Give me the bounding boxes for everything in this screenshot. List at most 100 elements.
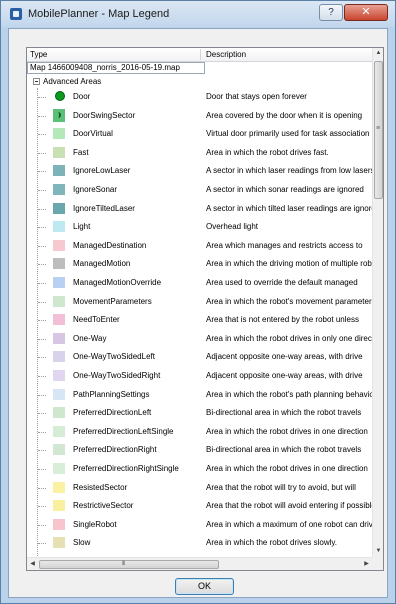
color-swatch-icon (53, 258, 65, 270)
legend-row[interactable]: PreferredDirectionLeft Bi-directional are… (27, 404, 372, 422)
legend-item-description: Door that stays open forever (206, 92, 307, 101)
color-swatch-icon (53, 481, 65, 493)
app-icon (10, 8, 22, 20)
legend-row[interactable]: DoorSwingSector Area covered by the door … (27, 107, 372, 125)
legend-item-description: Area in which the robot's movement param… (206, 296, 372, 306)
legend-row[interactable]: One-WayTwoSidedRight Adjacent opposite on… (27, 367, 372, 385)
map-legend-window: MobilePlanner - Map Legend ? ✕ Type Desc… (0, 0, 396, 604)
legend-item-description: Area in which a maximum of one robot can… (206, 519, 372, 529)
color-swatch-icon (53, 221, 65, 233)
legend-item-name: ResistedSector (73, 482, 128, 492)
tree-guide-branch (38, 506, 46, 508)
legend-item-description: Overhead light (206, 222, 259, 232)
horizontal-scrollbar[interactable]: ◀ ▶ (27, 557, 372, 570)
legend-item-name: ManagedDestination (73, 240, 147, 250)
legend-item-description: A sector in which tilted laser readings … (206, 203, 372, 213)
legend-row[interactable]: DoorVirtual Virtual door primarily used f… (27, 125, 372, 143)
scroll-down-icon[interactable]: ▼ (373, 546, 383, 557)
scroll-up-icon[interactable]: ▲ (373, 48, 383, 59)
window-title: MobilePlanner - Map Legend (28, 8, 170, 20)
legend-row[interactable]: One-WayTwoSidedLeft Adjacent opposite one… (27, 348, 372, 366)
color-swatch-icon (53, 146, 65, 158)
tree-guide-branch (38, 394, 46, 396)
collapse-icon[interactable] (33, 78, 40, 85)
legend-item-name: IgnoreLowLaser (73, 166, 131, 176)
legend-row[interactable]: IgnoreTiltedLaser A sector in which tilte… (27, 200, 372, 218)
legend-row[interactable]: ManagedDestination Area which manages and… (27, 237, 372, 255)
tree-guide-branch (38, 376, 46, 377)
tree-guide-branch (38, 115, 46, 117)
title-bar[interactable]: MobilePlanner - Map Legend ? ✕ (1, 1, 395, 27)
color-swatch-icon (53, 425, 65, 437)
legend-row[interactable]: One-Way Area in which the robot drives in… (27, 330, 372, 348)
legend-row[interactable]: PreferredDirectionRight Bi-directional ar… (27, 441, 372, 459)
legend-item-description: Area that the robot will try to avoid, b… (206, 482, 356, 492)
color-swatch-icon (53, 370, 65, 381)
vertical-scroll-thumb[interactable] (374, 61, 383, 199)
color-swatch-icon (53, 184, 65, 195)
tree-guide-branch (38, 487, 46, 489)
legend-row[interactable]: NeedToEnter Area that is not entered by t… (27, 311, 372, 329)
legend-row[interactable]: Door Door that stays open forever (27, 88, 372, 106)
legend-row[interactable]: ManagedMotionOverride Area used to overri… (27, 274, 372, 292)
legend-item-name: SingleRobot (73, 519, 117, 529)
help-button[interactable]: ? (319, 4, 343, 21)
tree-guide-branch (38, 357, 46, 359)
column-header-description[interactable]: Description (206, 50, 246, 59)
legend-row[interactable]: Fast Area in which the robot drives fast. (27, 144, 372, 162)
legend-item-name: IgnoreTiltedLaser (73, 203, 135, 213)
door-circle-icon (55, 91, 65, 101)
color-swatch-icon (53, 165, 65, 177)
legend-item-name: Light (73, 222, 91, 232)
color-swatch-icon (53, 518, 65, 530)
tree-guide-branch (38, 227, 46, 229)
legend-row[interactable]: Slow Area in which the robot drives slowl… (27, 534, 372, 552)
column-header-type[interactable]: Type (30, 50, 47, 59)
legend-row[interactable]: IgnoreSonar A sector in which sonar readi… (27, 181, 372, 199)
legend-item-name: RestrictiveSector (73, 501, 134, 511)
legend-row[interactable]: ResistedSector Area that the robot will t… (27, 479, 372, 497)
horizontal-scroll-thumb[interactable] (39, 560, 219, 569)
map-name-row[interactable]: Map 1466009408_norris_2016-05-19.map (27, 62, 205, 74)
legend-row[interactable]: MovementParameters Area in which the robo… (27, 293, 372, 311)
legend-item-description: Virtual door primarily used for task ass… (206, 129, 370, 139)
color-swatch-icon (53, 332, 65, 344)
legend-row[interactable]: Light Overhead light (27, 218, 372, 236)
tree-guide-branch (38, 152, 46, 154)
color-swatch-icon (53, 500, 65, 512)
legend-row[interactable]: PreferredDirectionRightSingle Area in whi… (27, 460, 372, 478)
legend-row[interactable]: IgnoreLowLaser A sector in which laser re… (27, 162, 372, 180)
legend-item-name: NeedToEnter (73, 315, 120, 325)
tree-guide-branch (38, 524, 46, 526)
legend-item-name: One-Way (73, 333, 107, 343)
ok-button[interactable]: OK (175, 578, 234, 595)
legend-item-name: DoorSwingSector (73, 110, 136, 120)
legend-row[interactable]: SingleRobot Area in which a maximum of on… (27, 516, 372, 534)
legend-row[interactable]: PreferredDirectionLeftSingle Area in whic… (27, 423, 372, 441)
legend-item-name: MovementParameters (73, 296, 152, 306)
tree-guide-branch (38, 450, 46, 452)
column-divider[interactable] (200, 49, 201, 60)
scroll-right-icon[interactable]: ▶ (361, 558, 372, 570)
legend-item-description: Area which manages and restricts access … (206, 240, 363, 250)
legend-item-description: Area in which the robot drives in only o… (206, 333, 372, 343)
legend-item-description: Area in which the robot drives fast. (206, 147, 329, 157)
legend-item-name: PreferredDirectionRightSingle (73, 464, 179, 473)
scroll-left-icon[interactable]: ◀ (27, 558, 38, 570)
tree-guide-branch (38, 320, 46, 322)
tree-guide-branch (38, 264, 46, 266)
tree-guide-branch (38, 543, 46, 545)
tree-guide-branch (38, 413, 46, 415)
tree-guide-branch (38, 431, 46, 433)
tree-guide-branch (38, 171, 46, 173)
vertical-scrollbar[interactable]: ▲ ▼ (372, 48, 383, 557)
close-button[interactable]: ✕ (344, 4, 388, 21)
legend-row[interactable]: ManagedMotion Area in which the driving m… (27, 255, 372, 273)
legend-item-name: Fast (73, 147, 89, 157)
legend-row[interactable]: PathPlanningSettings Area in which the ro… (27, 386, 372, 404)
tree-guide-branch (38, 97, 46, 98)
legend-item-description: Area that is not entered by the robot un… (206, 315, 359, 325)
legend-row[interactable]: RestrictiveSector Area that the robot wil… (27, 497, 372, 515)
color-swatch-icon (53, 351, 65, 363)
tree-guide-branch (38, 208, 46, 210)
